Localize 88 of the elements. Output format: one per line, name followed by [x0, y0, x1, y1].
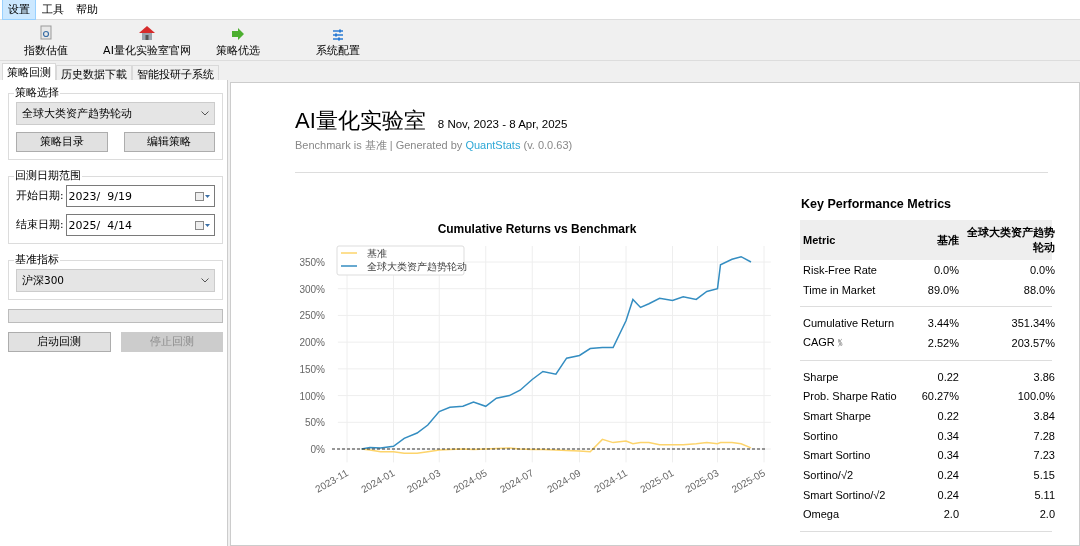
- y-tick-label: 350%: [299, 257, 325, 268]
- metric-value: 0.34: [936, 429, 959, 442]
- date-field[interactable]: 2023/ 9/19: [65, 185, 215, 207]
- metric-name: Risk-Free Rate: [803, 263, 878, 276]
- toolbar-label: 系统配置: [316, 43, 360, 58]
- arrow-right-icon: [231, 27, 245, 41]
- metric-value: 3.44%: [926, 317, 959, 330]
- metric-value: 100.0%: [1016, 390, 1055, 403]
- menu-item[interactable]: 帮助: [70, 0, 104, 20]
- toolbar-label: AI量化实验室官网: [103, 43, 191, 58]
- legend-label: 基准: [367, 248, 387, 259]
- group-title: 基准指标: [14, 253, 60, 267]
- field-label: 结束日期:: [16, 218, 64, 232]
- sliders-icon: [332, 29, 344, 41]
- metric-value: 0.0%: [932, 263, 959, 276]
- toolbar-button[interactable]: AI量化实验室官网: [92, 25, 202, 58]
- toolbar-button[interactable]: 指数估值: [0, 25, 92, 58]
- tab[interactable]: 智能投研子系统: [132, 65, 219, 80]
- metric-value: 5.15: [1032, 469, 1055, 482]
- y-tick-label: 100%: [299, 390, 325, 402]
- metric-name: Prob. Sharpe Ratio: [803, 390, 898, 403]
- chart-title: Cumulative Returns vs Benchmark: [437, 222, 637, 236]
- metric-value: 2.0: [1038, 508, 1055, 521]
- field-label: 开始日期:: [16, 189, 64, 203]
- metric-value: 0.0%: [1028, 263, 1055, 276]
- y-tick-label: 0%: [310, 444, 325, 455]
- column-header: Metric: [803, 234, 837, 246]
- chevron-down-icon: [201, 111, 209, 116]
- house-icon: [138, 25, 156, 41]
- group-title: 回测日期范围: [14, 169, 82, 183]
- metric-value: 3.84: [1032, 409, 1055, 422]
- chevron-down-icon: [201, 278, 209, 283]
- legend-label: 全球大类资产趋势轮动: [367, 261, 467, 272]
- metric-value: 5.11: [1033, 488, 1055, 501]
- metric-name: Sharpe: [803, 370, 840, 383]
- report-title: AI量化实验室: [295, 107, 426, 135]
- toolbar-label: 策略优选: [216, 43, 260, 58]
- metric-value: 0.22: [936, 370, 959, 383]
- y-tick-label: 300%: [299, 283, 325, 295]
- date-field[interactable]: 2025/ 4/14: [65, 214, 215, 236]
- metric-name: Omega: [803, 508, 841, 521]
- metric-name: Sortino: [803, 429, 839, 442]
- metric-value: 0.34: [936, 449, 959, 462]
- tab[interactable]: 历史数据下載: [56, 65, 132, 80]
- metric-name: CAGR﹪: [803, 335, 847, 351]
- y-tick-label: 50%: [305, 417, 325, 429]
- y-tick-label: 200%: [299, 337, 325, 349]
- metric-name: Sortino/√2: [803, 469, 855, 482]
- toolbar-label: 指数估值: [24, 43, 68, 58]
- column-header: 全球大类资产趋势轮动: [966, 225, 1055, 255]
- metric-value: 351.34%: [1010, 317, 1055, 330]
- metric-value: 7.28: [1032, 429, 1055, 442]
- y-tick-label: 150%: [299, 363, 325, 375]
- menu-item[interactable]: 工具: [36, 0, 70, 20]
- metric-value: 0.24: [936, 469, 959, 482]
- menu-item[interactable]: 设置: [2, 0, 36, 20]
- metrics-title: Key Performance Metrics: [801, 197, 953, 211]
- column-header: 基准: [936, 232, 959, 248]
- metric-value: 2.0: [942, 508, 959, 521]
- metric-value: 2.52%: [926, 336, 959, 349]
- calendar-dropdown-icon[interactable]: [195, 191, 210, 201]
- benchmark-dropdown[interactable]: 沪深300: [16, 269, 215, 292]
- metric-value: 88.0%: [1022, 283, 1055, 296]
- calendar-dropdown-icon[interactable]: [195, 220, 210, 230]
- metric-name: Cumulative Return: [803, 317, 896, 330]
- metric-value: 89.0%: [926, 283, 959, 296]
- metric-value: 3.86: [1032, 370, 1055, 383]
- metric-value: 0.22: [936, 409, 959, 422]
- date-range: 8 Nov, 2023 - 8 Apr, 2025: [437, 118, 568, 130]
- metric-name: Smart Sharpe: [803, 409, 872, 422]
- strategy-button[interactable]: 策略目录: [16, 132, 108, 152]
- magnifier-document-icon: [39, 25, 53, 41]
- metric-name: Smart Sortino: [803, 449, 872, 462]
- group-title: 策略选择: [14, 86, 60, 100]
- metric-name: Time in Market: [803, 283, 877, 296]
- metric-value: 0.24: [936, 488, 959, 501]
- metric-value: 203.57%: [1010, 336, 1055, 349]
- backtest-button[interactable]: 启动回测: [8, 332, 111, 352]
- toolbar-button[interactable]: 策略优选: [202, 27, 274, 58]
- toolbar-button[interactable]: 系统配置: [274, 29, 402, 58]
- metric-value: 7.23: [1032, 449, 1055, 462]
- y-tick-label: 250%: [299, 310, 325, 322]
- strategy-button[interactable]: 编辑策略: [123, 132, 215, 152]
- tab[interactable]: 策略回测: [2, 63, 56, 80]
- strategy-dropdown[interactable]: 全球大类资产趋势轮动: [16, 102, 215, 125]
- metric-name: Smart Sortino/√2: [803, 488, 887, 501]
- report-subtitle: Benchmark is 基准 | Generated by QuantStats (v. 0.0.63): [295, 138, 574, 153]
- metric-value: 60.27%: [920, 390, 959, 403]
